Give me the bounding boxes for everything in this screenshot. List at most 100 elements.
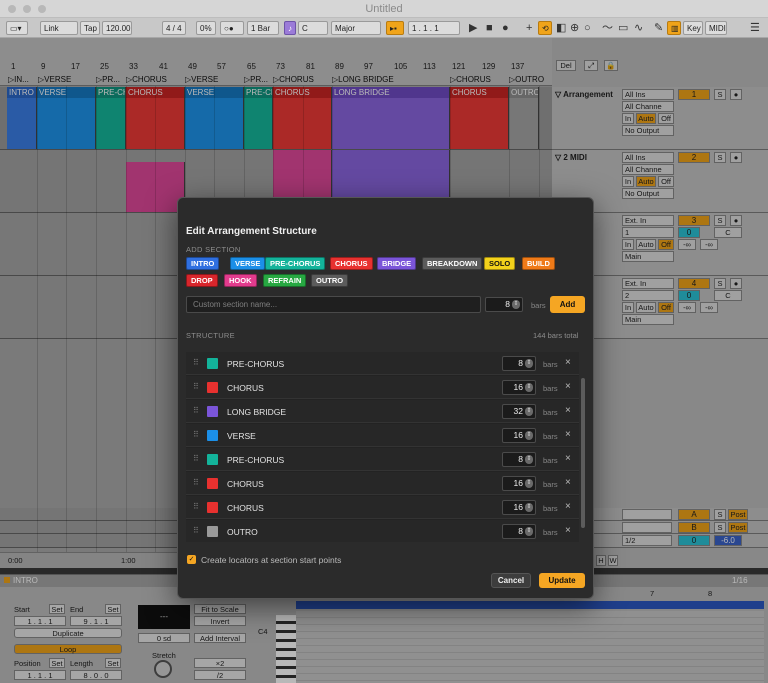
bars-stepper-icon[interactable]: ⇕ <box>525 407 533 416</box>
bars-stepper-icon[interactable]: ⇕ <box>525 479 533 488</box>
add-verse-button[interactable]: VERSE <box>230 257 266 270</box>
custom-bars-field[interactable]: 8 ⇕ <box>485 297 523 312</box>
remove-section-icon[interactable]: × <box>565 501 571 512</box>
add-chorus-button[interactable]: CHORUS <box>330 257 373 270</box>
key-root-select[interactable]: C <box>298 21 328 35</box>
section-bars-field[interactable]: 8 ⇕ <box>502 524 536 539</box>
add-intro-button[interactable]: INTRO <box>186 257 220 270</box>
section-color-swatch[interactable] <box>207 406 218 417</box>
section-color-swatch[interactable] <box>207 502 218 513</box>
key-map-icon[interactable]: ▥ <box>667 21 681 35</box>
bars-stepper-icon[interactable]: ⇕ <box>525 503 533 512</box>
scale-mode-icon[interactable]: ♪ <box>284 21 296 35</box>
automation-icon[interactable]: ∿ <box>634 22 643 34</box>
drag-handle-icon[interactable]: ⠿ <box>193 382 199 391</box>
section-bars-field[interactable]: 8 ⇕ <box>502 452 536 467</box>
create-locators-label[interactable]: Create locators at section start points <box>201 555 341 565</box>
song-position-field[interactable]: 1 . 1 . 1 <box>408 21 460 35</box>
stop-icon[interactable]: ■ <box>486 22 493 34</box>
drag-handle-icon[interactable]: ⠿ <box>193 478 199 487</box>
structure-row[interactable]: ⠿ CHORUS 16 ⇕ bars × <box>186 472 579 495</box>
update-button[interactable]: Update <box>539 573 585 588</box>
bars-stepper-icon[interactable]: ⇕ <box>525 527 533 536</box>
add-outro-button[interactable]: OUTRO <box>311 274 349 287</box>
remove-section-icon[interactable]: × <box>565 357 571 368</box>
structure-row[interactable]: ⠿ CHORUS 16 ⇕ bars × <box>186 496 579 519</box>
section-bars-field[interactable]: 16 ⇕ <box>502 380 536 395</box>
structure-row[interactable]: ⠿ OUTRO 8 ⇕ bars × <box>186 520 579 542</box>
section-color-swatch[interactable] <box>207 430 218 441</box>
bars-stepper-icon[interactable]: ⇕ <box>525 431 533 440</box>
structure-row[interactable]: ⠿ PRE-CHORUS 8 ⇕ bars × <box>186 448 579 471</box>
tap-tempo-button[interactable]: Tap <box>80 21 100 35</box>
tempo-field[interactable]: 120.00 <box>102 21 132 35</box>
structure-row[interactable]: ⠿ LONG BRIDGE 32 ⇕ bars × <box>186 400 579 423</box>
section-color-swatch[interactable] <box>207 454 218 465</box>
drag-handle-icon[interactable]: ⠿ <box>193 454 199 463</box>
bars-stepper-icon[interactable]: ⇕ <box>525 359 533 368</box>
section-bars-field[interactable]: 32 ⇕ <box>502 404 536 419</box>
remove-section-icon[interactable]: × <box>565 477 571 488</box>
add-solo-button[interactable]: SOLO <box>484 257 516 270</box>
scale-select[interactable]: Major <box>331 21 381 35</box>
add-breakdown-button[interactable]: BREAKDOWN <box>422 257 483 270</box>
drag-handle-icon[interactable]: ⠿ <box>193 526 199 535</box>
section-bars-field[interactable]: 8 ⇕ <box>502 356 536 371</box>
drag-handle-icon[interactable]: ⠿ <box>193 430 199 439</box>
drag-handle-icon[interactable]: ⠿ <box>193 502 199 511</box>
section-bars-field[interactable]: 16 ⇕ <box>502 500 536 515</box>
midi-map-button[interactable]: MIDI <box>705 21 727 35</box>
structure-row[interactable]: ⠿ PRE-CHORUS 8 ⇕ bars × <box>186 352 579 375</box>
section-color-swatch[interactable] <box>207 478 218 489</box>
key-map-button[interactable]: Key <box>683 21 703 35</box>
view-toggle-button[interactable]: ▭▾ <box>6 21 28 35</box>
bars-stepper-icon[interactable]: ⇕ <box>512 300 520 309</box>
time-signature-field[interactable]: 4 / 4 <box>162 21 186 35</box>
add-drop-button[interactable]: DROP <box>186 274 218 287</box>
structure-row[interactable]: ⠿ CHORUS 16 ⇕ bars × <box>186 376 579 399</box>
bars-unit-label: bars <box>543 384 558 393</box>
remove-section-icon[interactable]: × <box>565 381 571 392</box>
add-bridge-button[interactable]: BRIDGE <box>377 257 417 270</box>
structure-scrollbar[interactable] <box>581 378 585 528</box>
structure-row[interactable]: ⠿ VERSE 16 ⇕ bars × <box>186 424 579 447</box>
bars-stepper-icon[interactable]: ⇕ <box>525 455 533 464</box>
section-color-swatch[interactable] <box>207 382 218 393</box>
add-build-button[interactable]: BUILD <box>522 257 555 270</box>
punch-icon[interactable]: ◧ <box>556 22 566 34</box>
metronome-button[interactable]: ○● <box>220 21 244 35</box>
follow-button[interactable]: ▸▪ <box>386 21 404 35</box>
section-bars-field[interactable]: 16 ⇕ <box>502 428 536 443</box>
loop-switch-icon[interactable]: ⟲ <box>538 21 552 35</box>
remove-section-icon[interactable]: × <box>565 405 571 416</box>
drag-handle-icon[interactable]: ⠿ <box>193 358 199 367</box>
overdub-icon[interactable]: ⊕ <box>570 22 579 34</box>
add-pre-chorus-button[interactable]: PRE-CHORUS <box>265 257 326 270</box>
section-color-swatch[interactable] <box>207 526 218 537</box>
section-bars-field[interactable]: 16 ⇕ <box>502 476 536 491</box>
session-record-icon[interactable]: ○ <box>584 22 591 34</box>
add-icon[interactable]: + <box>526 22 532 34</box>
record-icon[interactable]: ● <box>502 22 509 34</box>
bars-stepper-icon[interactable]: ⇕ <box>525 383 533 392</box>
add-hook-button[interactable]: HOOK <box>224 274 257 287</box>
cancel-button[interactable]: Cancel <box>491 573 531 588</box>
remove-section-icon[interactable]: × <box>565 525 571 536</box>
groove-amount-field[interactable]: 0% <box>196 21 216 35</box>
link-button[interactable]: Link <box>40 21 78 35</box>
create-locators-checkbox[interactable]: ✓ <box>187 555 196 564</box>
draw-mode-icon[interactable]: 〜 <box>602 22 613 34</box>
comment-icon[interactable]: ▭ <box>618 22 628 34</box>
remove-section-icon[interactable]: × <box>565 429 571 440</box>
add-refrain-button[interactable]: REFRAIN <box>263 274 307 287</box>
play-icon[interactable]: ▶ <box>469 22 477 34</box>
pencil-icon[interactable]: ✎ <box>654 22 663 34</box>
section-color-swatch[interactable] <box>207 358 218 369</box>
add-section-button[interactable]: Add <box>550 296 585 313</box>
total-bars-label: 144 bars total <box>533 331 579 340</box>
menu-icon[interactable]: ☰ <box>750 22 760 34</box>
quantize-menu[interactable]: 1 Bar <box>247 21 279 35</box>
remove-section-icon[interactable]: × <box>565 453 571 464</box>
custom-section-name-input[interactable]: Custom section name... <box>186 296 481 313</box>
drag-handle-icon[interactable]: ⠿ <box>193 406 199 415</box>
